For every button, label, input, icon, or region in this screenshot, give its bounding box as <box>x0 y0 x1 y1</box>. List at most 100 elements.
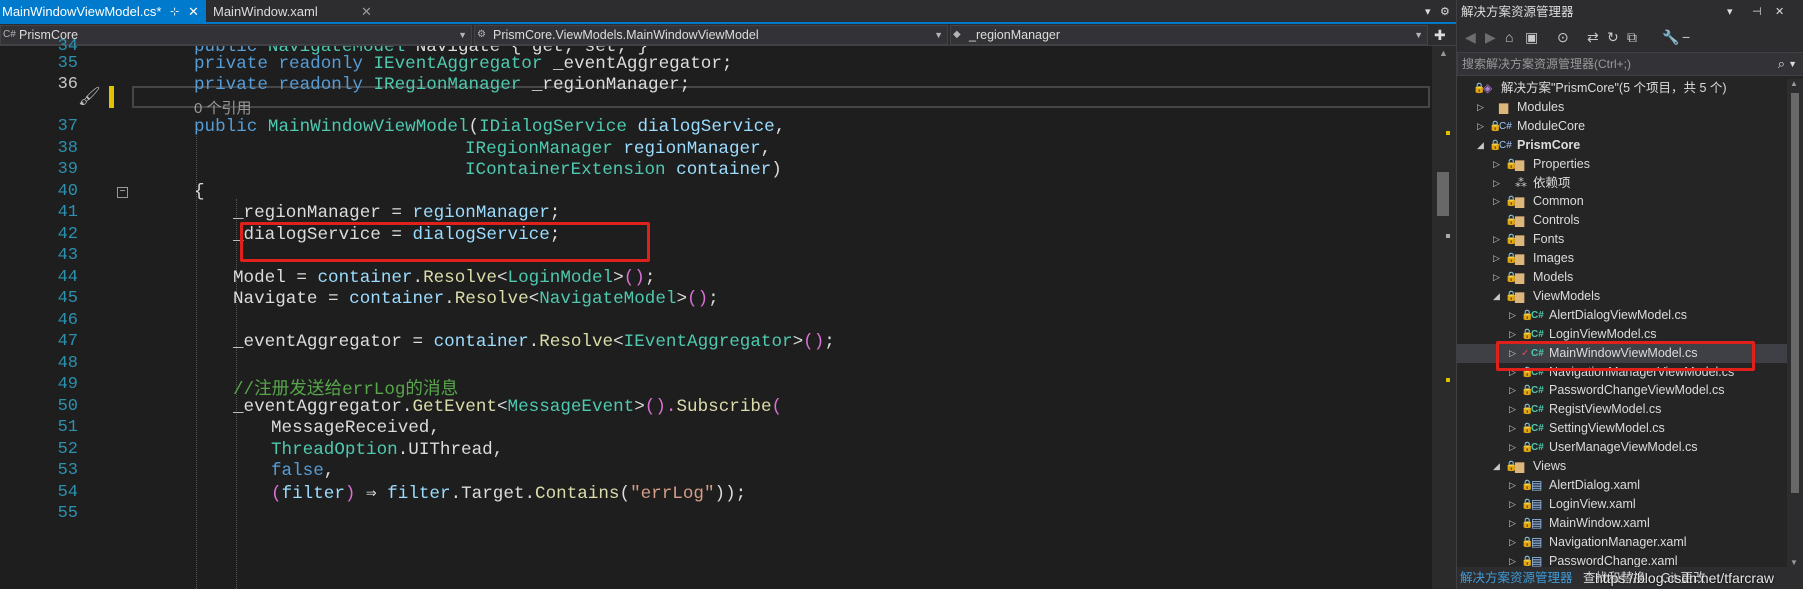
scroll-down-icon[interactable]: ▼ <box>1790 558 1798 567</box>
line-number: 50 <box>57 397 78 416</box>
tree-item[interactable]: ▷ 🔒 ▆ Images <box>1457 249 1787 268</box>
scroll-up-icon[interactable]: ▲ <box>1790 79 1798 88</box>
tree-item[interactable]: ▷ 🔒 C# PasswordChangeViewModel.cs <box>1457 381 1787 400</box>
pin-icon[interactable]: ⊹ <box>170 0 179 24</box>
split-editor-icon[interactable]: ✚ <box>1434 27 1446 44</box>
expand-arrow-icon[interactable]: ▷ <box>1493 174 1500 193</box>
document-tab-bar: MainWindowViewModel.cs* ⊹ ✕ MainWindow.x… <box>0 0 1456 24</box>
tree-item[interactable]: ▷ 🔒 C# ModuleCore <box>1457 117 1787 136</box>
expand-arrow-icon[interactable]: ▷ <box>1509 495 1516 514</box>
search-icon[interactable]: ⌕ <box>1778 53 1785 75</box>
collapse-arrow-icon[interactable]: ◢ <box>1493 287 1500 306</box>
tree-item[interactable]: ▷ 🔒 ▆ Models <box>1457 268 1787 287</box>
expand-arrow-icon[interactable]: ▷ <box>1509 514 1516 533</box>
tree-item[interactable]: ▷ 🔒 C# RegistViewModel.cs <box>1457 400 1787 419</box>
expand-arrow-icon[interactable]: ▷ <box>1509 552 1516 568</box>
expand-arrow-icon[interactable]: ▷ <box>1509 400 1516 419</box>
tree-item[interactable]: ▷ 🔒 C# UserManageViewModel.cs <box>1457 438 1787 457</box>
prop-icon: ⁂ <box>1515 175 1527 190</box>
tab-list-dropdown-icon[interactable]: ▾ <box>1425 0 1431 24</box>
scroll-up-icon[interactable]: ▲ <box>1439 48 1448 58</box>
class-dropdown[interactable]: ⚙ PrismCore.ViewModels.MainWindowViewMod… <box>474 25 948 45</box>
expand-arrow-icon[interactable]: ▷ <box>1509 476 1516 495</box>
tree-item[interactable]: ▷ ⁂ 依赖项 <box>1457 174 1787 193</box>
tree-item[interactable]: ▷ 🔒 ▤ LoginView.xaml <box>1457 495 1787 514</box>
proj-icon: C# <box>1499 139 1512 151</box>
tree-item[interactable]: 🔒 ◈ 解决方案"PrismCore"(5 个项目，共 5 个) <box>1457 79 1787 98</box>
code-area[interactable]: public NavigateModel Navigate { get; set… <box>128 46 1433 589</box>
tree-item[interactable]: ▷ 🔒 ▤ PasswordChange.xaml <box>1457 552 1787 568</box>
tree-item[interactable]: ◢ 🔒 ▆ Views <box>1457 457 1787 476</box>
expand-arrow-icon[interactable]: ▷ <box>1509 438 1516 457</box>
quick-actions-brush-icon[interactable]: 🖌 <box>78 86 101 107</box>
tab-mainwindowviewmodel[interactable]: MainWindowViewModel.cs* ⊹ ✕ <box>0 0 206 24</box>
line-number: 49 <box>57 375 78 394</box>
collapse-arrow-icon[interactable]: ◢ <box>1477 136 1484 155</box>
scrollbar-thumb[interactable] <box>1437 172 1449 216</box>
expand-arrow-icon[interactable]: ▷ <box>1509 306 1516 325</box>
expand-arrow-icon[interactable]: ▷ <box>1509 533 1516 552</box>
expand-arrow-icon[interactable]: ▷ <box>1493 249 1500 268</box>
editor-vertical-scrollbar[interactable]: ▲ <box>1432 46 1456 589</box>
code-line-37: public MainWindowViewModel(IDialogServic… <box>194 117 786 137</box>
code-line-39: IContainerExtension container) <box>465 160 782 180</box>
tree-item[interactable]: ▷ 🔒 ▆ Common <box>1457 192 1787 211</box>
solution-tree-scrollbar[interactable]: ▲ ▼ <box>1787 79 1803 567</box>
expand-arrow-icon[interactable]: ▷ <box>1493 192 1500 211</box>
properties-wrench-icon[interactable]: 🔧 <box>1662 29 1679 46</box>
tree-item[interactable]: ▷ 🔒 ▆ Properties <box>1457 155 1787 174</box>
close-icon[interactable]: ✕ <box>361 0 372 24</box>
collapse-all-icon[interactable]: ⧉ <box>1627 29 1637 46</box>
tab-mainwindow-xaml[interactable]: MainWindow.xaml ✕ <box>211 0 381 24</box>
preview-icon[interactable]: − <box>1682 29 1690 45</box>
gear-icon[interactable]: ⚙ <box>1440 0 1450 24</box>
tree-item[interactable]: 🔒 ▆ Controls <box>1457 211 1787 230</box>
expand-arrow-icon[interactable]: ▷ <box>1509 419 1516 438</box>
close-icon[interactable]: ✕ <box>1775 0 1784 24</box>
close-icon[interactable]: ✕ <box>188 0 199 24</box>
expand-arrow-icon[interactable]: ▷ <box>1493 268 1500 287</box>
home-icon[interactable]: ⌂ <box>1505 29 1513 45</box>
cs-icon: C# <box>1531 423 1544 435</box>
panel-options-icon[interactable]: ▾ <box>1727 0 1733 24</box>
tree-item[interactable]: ▷ 🔒 ▤ NavigationManager.xaml <box>1457 533 1787 552</box>
forward-icon[interactable]: ▶ <box>1485 29 1496 46</box>
tree-item[interactable]: ▷ 🔒 C# SettingViewModel.cs <box>1457 419 1787 438</box>
expand-arrow-icon[interactable]: ▷ <box>1493 230 1500 249</box>
member-dropdown[interactable]: ◆ _regionManager ▼ <box>950 25 1428 45</box>
collapse-arrow-icon[interactable]: ◢ <box>1493 457 1500 476</box>
class-dropdown-value: PrismCore.ViewModels.MainWindowViewModel <box>493 28 759 42</box>
expand-arrow-icon[interactable]: ▷ <box>1477 98 1484 117</box>
tree-item[interactable]: ▷ 🔒 ▤ MainWindow.xaml <box>1457 514 1787 533</box>
pending-changes-filter-icon[interactable]: ⊙ <box>1557 29 1569 46</box>
line-number: 48 <box>57 354 78 373</box>
tree-item-label: PrismCore <box>1517 137 1581 152</box>
expand-arrow-icon[interactable]: ▷ <box>1493 155 1500 174</box>
tree-item[interactable]: ◢ 🔒 ▆ ViewModels <box>1457 287 1787 306</box>
tree-item-label: PasswordChange.xaml <box>1549 553 1678 568</box>
indent-guide <box>196 136 197 589</box>
tree-item[interactable]: ▷ 🔒 C# AlertDialogViewModel.cs <box>1457 306 1787 325</box>
refresh-icon[interactable]: ↻ <box>1607 29 1619 46</box>
solution-search-input[interactable]: 搜索解决方案资源管理器(Ctrl+;) ⌕ ▼ <box>1457 52 1803 76</box>
scrollbar-thumb[interactable] <box>1791 93 1799 493</box>
cs-icon: C# <box>1531 309 1544 321</box>
highlight-box-mainwindowviewmodel <box>1496 341 1755 371</box>
folder-icon: ▆ <box>1499 99 1509 114</box>
chevron-down-icon[interactable]: ▼ <box>1788 53 1797 75</box>
collapse-region-icon[interactable]: − <box>117 187 128 198</box>
auto-hide-pin-icon[interactable]: ⊣ <box>1752 0 1762 24</box>
tree-item[interactable]: ▷ 🔒 ▆ Fonts <box>1457 230 1787 249</box>
expand-arrow-icon[interactable]: ▷ <box>1477 117 1484 136</box>
sync-icon[interactable]: ⇄ <box>1587 29 1599 46</box>
member-dropdown-value: _regionManager <box>969 28 1061 42</box>
tree-item[interactable]: ▷ ▆ Modules <box>1457 98 1787 117</box>
tab-solution-explorer[interactable]: 解决方案资源管理器 <box>1460 567 1573 589</box>
tree-item[interactable]: ◢ 🔒 C# PrismCore <box>1457 136 1787 155</box>
expand-arrow-icon[interactable]: ▷ <box>1509 381 1516 400</box>
codelens-references[interactable]: 0 个引用 <box>194 97 252 118</box>
back-icon[interactable]: ◀ <box>1465 29 1476 46</box>
switch-views-icon[interactable]: ▣ <box>1525 29 1538 46</box>
tree-item[interactable]: ▷ 🔒 ▤ AlertDialog.xaml <box>1457 476 1787 495</box>
change-marker <box>1446 378 1450 382</box>
